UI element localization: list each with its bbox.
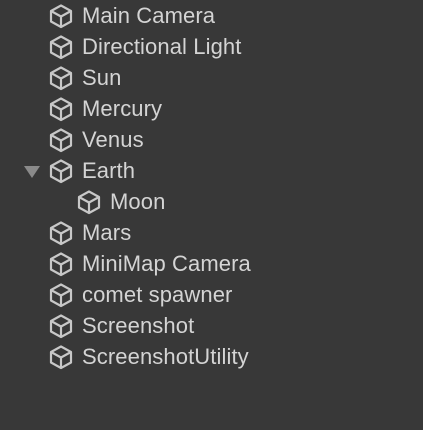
gameobject-cube-icon [48,96,74,122]
gameobject-cube-icon [48,127,74,153]
hierarchy-item-main-camera[interactable]: Main Camera [0,0,423,31]
gameobject-cube-icon [48,220,74,246]
hierarchy-item-moon[interactable]: Moon [0,186,423,217]
hierarchy-item-label: Screenshot [82,313,195,338]
gameobject-cube-icon [48,344,74,370]
gameobject-cube-icon [48,251,74,277]
hierarchy-item-screenshot-utility[interactable]: ScreenshotUtility [0,341,423,372]
hierarchy-item-label: Main Camera [82,3,216,28]
hierarchy-item-mercury[interactable]: Mercury [0,93,423,124]
hierarchy-item-screenshot[interactable]: Screenshot [0,310,423,341]
hierarchy-item-sun[interactable]: Sun [0,62,423,93]
gameobject-cube-icon [48,313,74,339]
hierarchy-item-mars[interactable]: Mars [0,217,423,248]
hierarchy-panel: Main Camera Directional Light Sun Mercur… [0,0,423,430]
hierarchy-item-earth[interactable]: Earth [0,155,423,186]
gameobject-cube-icon [48,34,74,60]
foldout-expanded-arrow-icon[interactable] [24,166,40,178]
hierarchy-item-label: Mars [82,220,132,245]
hierarchy-item-label: comet spawner [82,282,233,307]
hierarchy-item-directional-light[interactable]: Directional Light [0,31,423,62]
hierarchy-item-comet-spawner[interactable]: comet spawner [0,279,423,310]
hierarchy-item-label: Venus [82,127,144,152]
gameobject-cube-icon [48,65,74,91]
gameobject-cube-icon [48,158,74,184]
gameobject-cube-icon [48,3,74,29]
hierarchy-item-label: ScreenshotUtility [82,344,249,369]
hierarchy-item-minimap-camera[interactable]: MiniMap Camera [0,248,423,279]
hierarchy-item-label: Earth [82,158,136,183]
gameobject-cube-icon [48,282,74,308]
hierarchy-item-label: Moon [110,189,166,214]
hierarchy-item-label: MiniMap Camera [82,251,251,276]
gameobject-cube-icon [76,189,102,215]
hierarchy-item-label: Mercury [82,96,163,121]
hierarchy-item-label: Sun [82,65,122,90]
hierarchy-item-label: Directional Light [82,34,242,59]
hierarchy-item-venus[interactable]: Venus [0,124,423,155]
